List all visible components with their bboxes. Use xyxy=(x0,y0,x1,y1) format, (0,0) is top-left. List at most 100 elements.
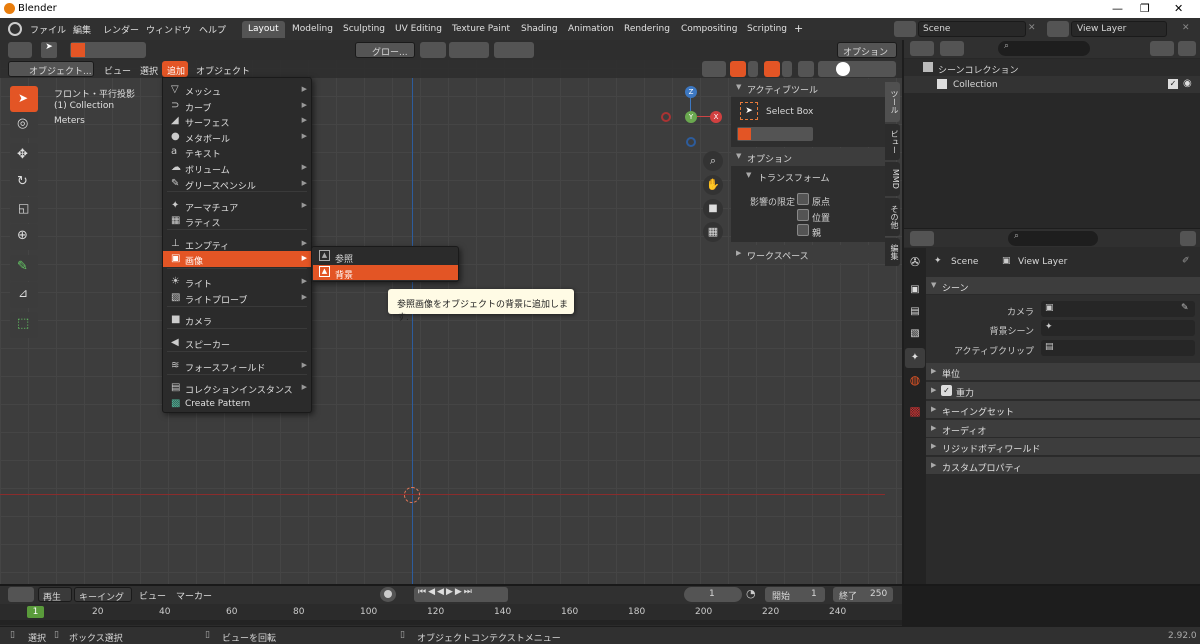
scene-selector-icon[interactable] xyxy=(894,21,916,37)
tab-shading[interactable]: Shading xyxy=(515,21,564,38)
pivot-point-icon[interactable] xyxy=(420,42,446,58)
outliner-filter-icon[interactable] xyxy=(1150,41,1174,56)
workspace-panel-header[interactable]: ▶ ワークスペース xyxy=(731,245,885,263)
timeline-view-menu[interactable]: ビュー xyxy=(139,589,166,602)
clock-icon[interactable]: ◔ xyxy=(746,587,756,600)
proportional-edit-icon[interactable] xyxy=(494,42,534,58)
transform-collapse-icon[interactable]: ▼ xyxy=(746,171,751,179)
tool-measure[interactable]: ⊿ xyxy=(10,282,38,308)
properties-panel-header[interactable]: ▶ オーディオ xyxy=(926,420,1200,438)
properties-search-input[interactable]: ⌕ xyxy=(1008,231,1098,246)
scene-field[interactable]: Scene xyxy=(918,21,1026,37)
properties-panel-header[interactable]: ▶ キーイングセット xyxy=(926,401,1200,419)
new-collection-icon[interactable] xyxy=(1178,41,1196,56)
visibility-icon[interactable] xyxy=(702,61,726,77)
npanel-tab-mmd[interactable]: MMD xyxy=(885,162,900,196)
properties-panel-header[interactable]: ▶ 単位 xyxy=(926,363,1200,381)
pin-icon[interactable]: ✐ xyxy=(1182,256,1190,266)
add-menu-item[interactable]: ▧ ライトプローブ ▶ xyxy=(163,290,311,306)
add-menu-item[interactable]: ● メタボール ▶ xyxy=(163,129,311,145)
timeline-scrollbar[interactable] xyxy=(0,620,902,625)
properties-options-icon[interactable] xyxy=(1180,231,1196,246)
view-layer-selector-icon[interactable] xyxy=(1047,21,1069,37)
add-menu-item[interactable]: ▦ ラティス xyxy=(163,213,311,229)
tab-texture-paint[interactable]: Texture Paint xyxy=(446,21,516,38)
tab-sculpting[interactable]: Sculpting xyxy=(337,21,391,38)
eyedropper-icon[interactable]: ✎ xyxy=(1181,303,1189,313)
scene-section-header[interactable]: ▼ シーン xyxy=(926,277,1200,295)
add-menu-item[interactable]: ☁ ボリューム ▶ xyxy=(163,160,311,176)
locations-checkbox[interactable] xyxy=(797,209,809,221)
gizmo-neg-x-icon[interactable] xyxy=(661,112,671,122)
world-tab-icon[interactable]: ◍ xyxy=(906,373,924,391)
maximize-button[interactable]: ❐ xyxy=(1140,2,1150,15)
menu-file[interactable]: ファイル xyxy=(30,23,66,36)
add-menu-item[interactable]: ✦ アーマチュア ▶ xyxy=(163,198,311,214)
close-button[interactable]: ✕ xyxy=(1174,2,1183,15)
parents-checkbox[interactable] xyxy=(797,224,809,236)
menu-edit[interactable]: 編集 xyxy=(73,23,91,36)
add-menu-item[interactable]: ≋ フォースフィールド ▶ xyxy=(163,358,311,374)
tab-compositing[interactable]: Compositing xyxy=(675,21,743,38)
perspective-grid-icon[interactable]: ▦ xyxy=(703,222,723,242)
select-tool-icon[interactable]: ➤ xyxy=(41,42,57,58)
panel-select-new-icon[interactable] xyxy=(738,128,751,140)
add-menu-item[interactable]: ✎ グリースペンシル ▶ xyxy=(163,176,311,192)
tool-annotate[interactable]: ✎ xyxy=(10,255,38,281)
npanel-tab-tool[interactable]: ツール xyxy=(885,82,900,122)
tool-select-box[interactable]: ➤ xyxy=(10,86,38,112)
tool-move[interactable]: ✥ xyxy=(10,143,38,169)
options-dropdown[interactable]: オプション xyxy=(837,42,897,58)
tab-rendering[interactable]: Rendering xyxy=(618,21,676,38)
active-tool-panel-header[interactable]: ▼ アクティブツール xyxy=(731,79,885,97)
menu-add[interactable]: 追加 xyxy=(162,61,188,77)
tool-transform[interactable]: ⊕ xyxy=(10,224,38,250)
gizmo-dropdown-icon[interactable] xyxy=(748,61,758,77)
menu-render[interactable]: レンダー xyxy=(103,23,139,36)
background-scene-field[interactable]: ✦ xyxy=(1041,320,1195,336)
add-menu-item[interactable]: ◀ スピーカー xyxy=(163,335,311,351)
outliner-search-input[interactable]: ⌕ xyxy=(998,41,1090,56)
add-menu-item[interactable]: ▩ Create Pattern xyxy=(163,396,311,412)
properties-editor-type-icon[interactable] xyxy=(910,231,934,246)
transform-subpanel-label[interactable]: トランスフォーム xyxy=(758,171,830,184)
image-reference-item[interactable]: ▲ 参照 xyxy=(313,249,458,265)
add-menu-item[interactable]: ☀ ライト ▶ xyxy=(163,274,311,290)
menu-select[interactable]: 選択 xyxy=(140,64,158,77)
menu-help[interactable]: ヘルプ xyxy=(199,23,226,36)
gizmo-z-icon[interactable]: Z xyxy=(685,86,697,98)
current-frame-field[interactable]: 1 xyxy=(684,587,742,602)
npanel-tab-view[interactable]: ビュー xyxy=(885,124,900,160)
active-clip-field[interactable]: ▤ xyxy=(1041,340,1195,356)
camera-view-icon[interactable]: ■ xyxy=(703,199,723,219)
tab-layout[interactable]: Layout xyxy=(242,21,285,38)
eye-icon[interactable]: ◉ xyxy=(1183,78,1192,89)
playback-dropdown[interactable]: 再生 xyxy=(38,587,72,603)
origins-checkbox[interactable] xyxy=(797,193,809,205)
tool-cursor[interactable]: ◎ xyxy=(10,112,38,138)
tool-scale[interactable]: ◱ xyxy=(10,197,38,223)
view-layer-tab-icon[interactable]: ▧ xyxy=(906,328,924,346)
overlay-toggle-icon[interactable] xyxy=(764,61,780,77)
timeline-editor-type-icon[interactable] xyxy=(8,587,34,602)
tool-settings-tab-icon[interactable]: ✇ xyxy=(906,255,924,273)
tab-scripting[interactable]: Scripting xyxy=(741,21,793,38)
tab-modeling[interactable]: Modeling xyxy=(286,21,339,38)
shading-buttons[interactable] xyxy=(818,61,896,77)
add-workspace-button[interactable]: + xyxy=(788,21,809,38)
add-menu-item[interactable]: ◢ サーフェス ▶ xyxy=(163,113,311,129)
outliner-display-mode-icon[interactable] xyxy=(940,41,964,56)
view-layer-close-icon[interactable]: ✕ xyxy=(1182,23,1190,33)
timeline-marker-menu[interactable]: マーカー xyxy=(176,589,212,602)
outliner-row-collection[interactable]: Collection ✓ ◉ xyxy=(904,76,1200,93)
mode-dropdown[interactable]: オブジェクト... xyxy=(8,61,94,77)
playback-controls[interactable]: ⏮◀◀▶▶⏭ xyxy=(414,587,508,602)
add-menu-item[interactable]: ■ カメラ xyxy=(163,312,311,328)
npanel-tab-edit[interactable]: 編集 xyxy=(885,238,900,266)
gravity-checkbox[interactable]: ✓ xyxy=(941,385,952,396)
gizmo-toggle-icon[interactable] xyxy=(730,61,746,77)
texture-tab-icon[interactable]: ▩ xyxy=(906,404,924,422)
tab-animation[interactable]: Animation xyxy=(562,21,620,38)
add-menu-item[interactable]: ▤ コレクションインスタンス ▶ xyxy=(163,380,311,396)
menu-window[interactable]: ウィンドウ xyxy=(146,23,191,36)
